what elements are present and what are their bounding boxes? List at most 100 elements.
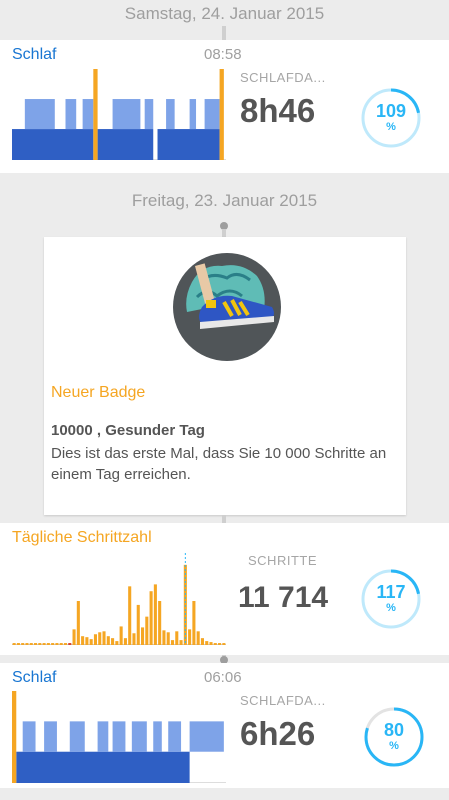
steps-bar	[196, 631, 200, 645]
steps-bar	[162, 630, 166, 645]
sleep-chart-saturday	[12, 69, 226, 160]
sleep-phase-awake	[12, 691, 17, 783]
sleep-phase-light	[189, 99, 197, 130]
sleep-time: 08:58	[204, 46, 242, 63]
sleep-phase-light	[144, 99, 154, 130]
steps-bar	[16, 643, 20, 645]
sleep-phase-light	[189, 721, 224, 752]
sleep-phase-deep	[157, 129, 220, 160]
steps-value: 11 714	[238, 581, 329, 614]
steps-bar	[141, 627, 145, 645]
steps-goal-unit: %	[386, 602, 396, 614]
sleep-goal-unit: %	[386, 121, 396, 133]
sleep-chart-friday	[12, 691, 226, 783]
steps-bar	[158, 601, 162, 645]
steps-bar	[115, 641, 119, 645]
badge-description: Dies ist das erste Mal, dass Sie 10 000 …	[51, 445, 387, 483]
steps-bar	[106, 636, 110, 645]
steps-bar	[128, 586, 132, 645]
timeline-connector	[222, 26, 226, 40]
steps-bar	[179, 640, 183, 645]
sleep-phase-awake	[219, 69, 224, 160]
steps-label: SCHRITTE	[248, 553, 317, 568]
steps-bar	[98, 632, 102, 645]
steps-bar	[192, 601, 196, 645]
steps-bar	[38, 643, 42, 645]
sleep-duration-label: SCHLAFDA...	[240, 693, 326, 708]
steps-bar	[205, 641, 209, 645]
sleep-phase-light	[112, 721, 126, 752]
steps-bar	[51, 643, 55, 645]
steps-bar	[188, 629, 192, 645]
shoe-badge-icon	[173, 253, 281, 361]
steps-bar	[12, 643, 16, 645]
steps-bar	[153, 584, 157, 645]
sleep-card-friday[interactable]: Schlaf 06:06 SCHLAFDA... 6h26 80 %	[0, 663, 449, 788]
sleep-goal-ring: 109 %	[360, 87, 422, 149]
steps-bar	[102, 631, 106, 645]
steps-bar	[123, 638, 127, 645]
steps-bar	[81, 636, 85, 645]
badge-title: Neuer Badge	[51, 384, 146, 401]
steps-bar	[132, 633, 136, 645]
steps-bar	[21, 643, 25, 645]
sleep-phase-light	[166, 99, 175, 130]
badge-card[interactable]: Neuer Badge 10000 , Gesunder Tag Dies is…	[44, 237, 406, 515]
steps-chart	[12, 553, 226, 645]
sleep-goal-ring: 80 %	[363, 706, 425, 768]
sleep-phase-light	[112, 99, 141, 130]
timeline-connector	[222, 229, 226, 237]
steps-bar	[72, 629, 76, 645]
steps-bar	[46, 643, 50, 645]
sleep-phase-light	[168, 721, 182, 752]
steps-bar	[63, 643, 68, 645]
sleep-phase-light	[69, 721, 85, 752]
steps-bar	[59, 643, 63, 645]
steps-bar	[166, 632, 170, 645]
steps-bar	[149, 591, 153, 645]
steps-bar	[222, 643, 226, 645]
steps-bar	[76, 601, 80, 645]
steps-bar	[85, 637, 89, 645]
sleep-duration-value: 8h46	[240, 92, 316, 129]
sleep-phase-light	[97, 721, 109, 752]
steps-bar	[29, 643, 33, 645]
steps-bar	[25, 643, 29, 645]
steps-bar	[68, 643, 72, 645]
steps-bar	[93, 634, 97, 645]
steps-bar	[209, 642, 213, 645]
steps-bar	[89, 639, 93, 645]
sleep-phase-light	[65, 99, 77, 130]
badge-name: 10000 , Gesunder Tag	[51, 422, 205, 439]
sleep-card-saturday[interactable]: Schlaf 08:58 SCHLAFDA... 8h46 109 %	[0, 40, 449, 173]
sleep-phase-light	[22, 721, 36, 752]
date-header-saturday: Samstag, 24. Januar 2015	[124, 4, 325, 23]
sleep-goal-unit: %	[389, 740, 399, 752]
date-header-friday: Freitag, 23. Januar 2015	[131, 191, 318, 210]
steps-card-title: Tägliche Schrittzahl	[12, 529, 152, 546]
steps-card[interactable]: Tägliche Schrittzahl SCHRITTE 11 714 117…	[0, 523, 449, 655]
steps-bar	[170, 640, 175, 645]
sleep-duration-value: 6h26	[240, 715, 316, 752]
sleep-time: 06:06	[204, 669, 242, 686]
steps-bar	[119, 626, 123, 645]
sleep-phase-awake	[93, 69, 98, 160]
timeline-connector	[222, 515, 226, 523]
steps-bar	[213, 643, 217, 645]
steps-bar	[136, 604, 140, 645]
sleep-phase-light	[204, 99, 220, 130]
steps-bar	[55, 643, 59, 645]
sleep-phase-deep	[16, 751, 190, 783]
steps-bar	[34, 643, 38, 645]
steps-bar	[200, 638, 204, 645]
steps-goal-ring: 117 %	[360, 568, 422, 630]
sleep-duration-label: SCHLAFDA...	[240, 70, 326, 85]
sleep-card-title: Schlaf	[12, 669, 57, 686]
sleep-goal-percent: 109	[375, 101, 407, 121]
sleep-goal-percent: 80	[383, 720, 405, 740]
sleep-phase-deep	[12, 129, 94, 160]
steps-bar	[175, 631, 179, 645]
sleep-card-title: Schlaf	[12, 46, 57, 63]
steps-goal-percent: 117	[376, 582, 406, 602]
sleep-phase-light	[82, 99, 94, 130]
